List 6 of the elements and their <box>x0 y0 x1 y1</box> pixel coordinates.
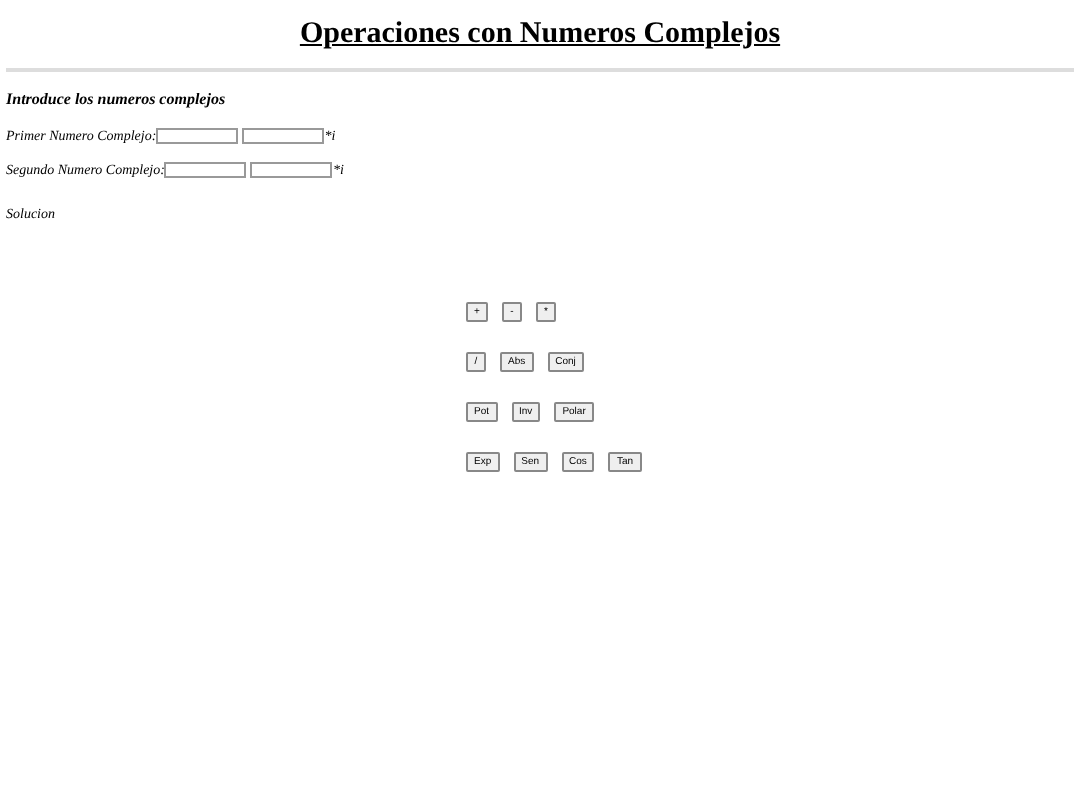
input-field[interactable] <box>242 128 325 145</box>
input-field[interactable] <box>156 128 239 145</box>
section-heading: Introduce los numeros complejos <box>6 88 226 112</box>
input-field[interactable] <box>250 161 333 178</box>
input-field[interactable] <box>164 161 247 178</box>
page-title: Operaciones con Numeros Complejos <box>297 16 783 52</box>
